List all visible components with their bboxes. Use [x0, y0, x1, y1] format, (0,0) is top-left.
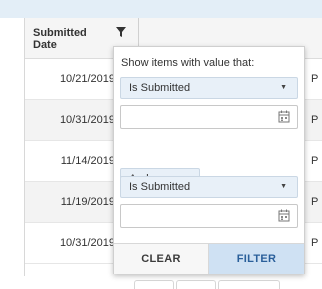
grid-toolbar [0, 0, 322, 18]
date-field-2[interactable] [120, 204, 298, 228]
submitted-date-cell: 10/31/2019 [59, 114, 115, 126]
clear-button[interactable]: CLEAR [114, 244, 209, 274]
filter-actions: CLEAR FILTER [114, 243, 304, 274]
filter-icon[interactable] [115, 26, 127, 38]
date-input-1[interactable] [121, 106, 269, 128]
pager-area [24, 276, 322, 289]
submitted-date-cell: 10/31/2019 [59, 237, 115, 249]
caret-down-icon: ▼ [280, 183, 287, 190]
next-column-cell: P [311, 237, 319, 249]
next-column-cell: P [311, 73, 319, 85]
operator-2-value: Is Submitted [129, 181, 191, 193]
caret-down-icon: ▼ [280, 84, 287, 91]
next-column-cell: P [311, 196, 319, 208]
next-column-cell: P [311, 155, 319, 167]
date-input-2[interactable] [121, 205, 269, 227]
next-column-cell: P [311, 114, 319, 126]
filter-button[interactable]: FILTER [209, 244, 304, 274]
calendar-icon[interactable] [271, 205, 297, 227]
pager-button[interactable] [176, 280, 216, 289]
submitted-date-cell: 11/19/2019 [60, 196, 115, 208]
submitted-date-cell: 10/21/2019 [59, 73, 115, 85]
operator-1-value: Is Submitted [129, 82, 191, 94]
calendar-icon[interactable] [271, 106, 297, 128]
date-field-1[interactable] [120, 105, 298, 129]
filter-popup: Show items with value that: Is Submitted… [113, 46, 305, 274]
pager-button[interactable] [134, 280, 174, 289]
operator-dropdown-1[interactable]: Is Submitted ▼ [120, 77, 298, 99]
filter-popup-title: Show items with value that: [121, 57, 255, 69]
column-header-label: Submitted Date [33, 27, 87, 51]
screenshot-frame: Submitted Date 10/21/2019 P 10/31/2019 P… [0, 0, 322, 289]
submitted-date-cell: 11/14/2019 [60, 155, 115, 167]
pager-button[interactable] [218, 280, 280, 289]
operator-dropdown-2[interactable]: Is Submitted ▼ [120, 176, 298, 198]
